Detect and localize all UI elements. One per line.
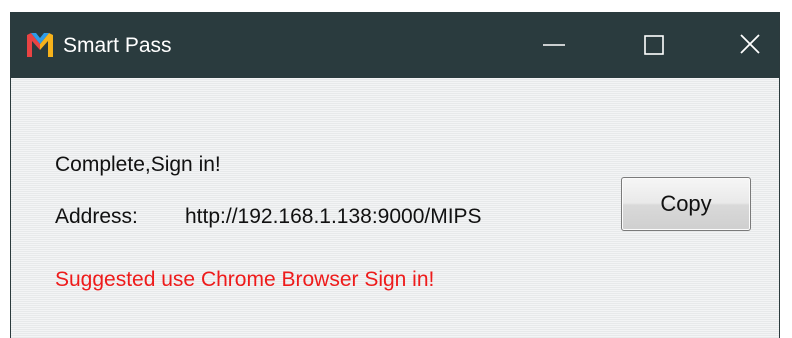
maximize-icon	[631, 26, 677, 64]
close-icon	[727, 26, 773, 64]
status-message: Complete,Sign in!	[55, 153, 221, 176]
window-content: Complete,Sign in! Address: http://192.16…	[11, 78, 779, 338]
browser-suggestion-note: Suggested use Chrome Browser Sign in!	[55, 268, 435, 291]
m-logo-icon	[27, 33, 53, 57]
address-value: http://192.168.1.138:9000/MIPS	[185, 205, 482, 228]
title-bar[interactable]: Smart Pass	[11, 12, 779, 78]
smart-pass-window: Smart Pass Complete,Sign in! Address: ht…	[10, 12, 780, 338]
maximize-button[interactable]	[631, 26, 677, 64]
close-button[interactable]	[727, 26, 773, 64]
address-label: Address:	[55, 205, 138, 228]
minimize-button[interactable]	[531, 26, 577, 64]
copy-button[interactable]: Copy	[621, 177, 751, 231]
minimize-icon	[531, 26, 577, 64]
window-title: Smart Pass	[63, 34, 172, 57]
